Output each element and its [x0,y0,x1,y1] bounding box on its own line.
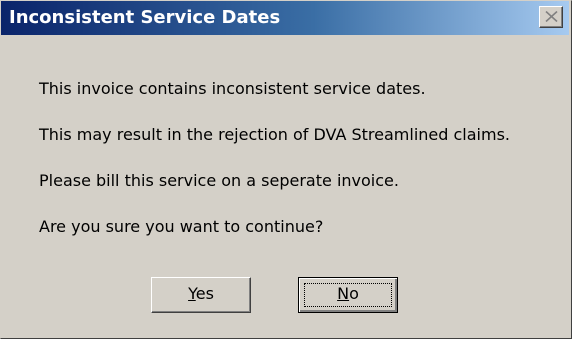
message-line-3: Please bill this service on a seperate i… [39,171,399,190]
yes-button-label: Yes [188,284,214,303]
no-button[interactable]: No [298,277,398,313]
message-line-4: Are you sure you want to continue? [39,217,324,236]
title-bar[interactable]: Inconsistent Service Dates [1,1,569,35]
message-line-1: This invoice contains inconsistent servi… [39,79,426,98]
no-button-label: No [337,284,359,303]
message-line-2: This may result in the rejection of DVA … [39,125,510,144]
yes-button[interactable]: Yes [151,277,251,313]
close-icon [545,11,558,22]
inconsistent-service-dates-dialog: Inconsistent Service Dates This invoice … [0,0,572,339]
dialog-title: Inconsistent Service Dates [9,7,281,28]
close-button[interactable] [539,6,563,28]
